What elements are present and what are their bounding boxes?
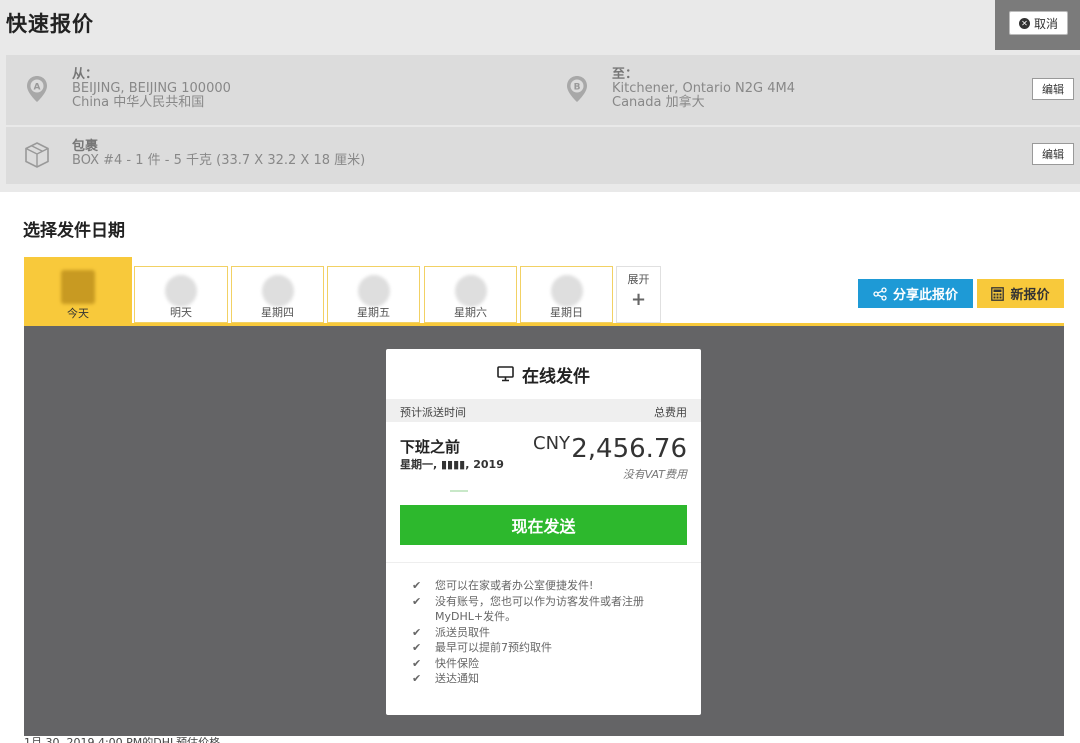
date-tab-label: 星期五: [357, 306, 390, 319]
quote-card: 在线发件 预计派送时间 总费用 下班之前 星期一, ▮▮▮▮, 2019 CNY…: [386, 349, 701, 715]
date-badge: [165, 275, 197, 307]
date-tab-sunday[interactable]: 星期日: [520, 266, 613, 323]
date-tab-tomorrow[interactable]: 明天: [134, 266, 228, 323]
price-amount: 2,456.76: [571, 434, 687, 464]
package-icon: [25, 142, 49, 168]
card-divider: [386, 562, 701, 563]
package-info: 包裹 BOX #4 - 1 件 - 5 千克 (33.7 X 32.2 X 18…: [72, 140, 365, 168]
new-quote-label: 新报价: [1010, 288, 1050, 303]
date-tab-friday[interactable]: 星期五: [327, 266, 420, 323]
date-tab-label: 星期六: [454, 306, 487, 319]
share-label: 分享此报价: [892, 288, 958, 303]
expand-dates-button[interactable]: 展开 +: [616, 266, 661, 323]
package-desc: BOX #4 - 1 件 - 5 千克 (33.7 X 32.2 X 18 厘米…: [72, 153, 366, 168]
cancel-label: 取消: [1033, 16, 1058, 31]
share-icon: [873, 286, 887, 301]
date-tab-label: 星期日: [550, 306, 583, 319]
send-now-button[interactable]: 现在发送: [400, 505, 687, 545]
close-icon: ✕: [1018, 17, 1030, 29]
vat-note: 没有VAT费用: [622, 468, 687, 481]
destination-address: 至： Kitchener, Ontario N2G 4M4 Canada 加拿大: [612, 68, 795, 110]
card-title: 在线发件: [522, 366, 590, 387]
cancel-area: ✕ 取消: [995, 0, 1080, 50]
page-title: 快速报价: [6, 12, 94, 36]
estimate-footnote: 1月 30, 2019 4:00 PM的DHL预估价格: [24, 737, 220, 743]
date-badge: [261, 275, 294, 307]
list-item: ✔ 您可以在家或者办公室便捷发件!: [412, 579, 594, 592]
destination-marker-label: B: [574, 83, 581, 93]
date-tab-thursday[interactable]: 星期四: [231, 266, 324, 323]
date-badge: [454, 275, 487, 307]
origin-line1: BEIJING, BEIJING 100000: [72, 81, 231, 96]
address-panel: A 从： BEIJING, BEIJING 100000 China 中华人民共…: [6, 55, 1080, 125]
check-icon: ✔: [412, 672, 422, 685]
date-tab-label: 明天: [170, 306, 192, 319]
destination-pin-icon: B: [567, 76, 587, 102]
card-columns: 预计派送时间 总费用: [386, 399, 701, 422]
share-quote-button[interactable]: 分享此报价: [858, 279, 973, 308]
origin-line2: China 中华人民共和国: [72, 95, 205, 110]
edit-address-button[interactable]: 编辑: [1032, 78, 1074, 100]
feature-list: ✔ 您可以在家或者办公室便捷发件! ✔ 没有账号，您也可以作为访客发件或者注册MyD…: [412, 578, 687, 687]
date-badge: [61, 270, 95, 304]
date-tab-label: 星期四: [261, 306, 294, 319]
package-label: 包裹: [72, 139, 99, 154]
list-item: ✔ 派送员取件: [412, 625, 490, 639]
cancel-button[interactable]: ✕ 取消: [1009, 11, 1068, 35]
delivery-time-header: 预计派送时间: [400, 406, 466, 419]
origin-label: 从：: [72, 67, 99, 82]
destination-line1: Kitchener, Ontario N2G 4M4: [612, 81, 796, 96]
check-icon: ✔: [412, 656, 422, 670]
check-icon: ✔: [412, 594, 422, 608]
origin-address: 从： BEIJING, BEIJING 100000 China 中华人民共和国: [72, 68, 231, 110]
card-header: 在线发件: [386, 349, 701, 399]
date-badge: [357, 275, 390, 307]
calculator-icon: [991, 286, 1005, 301]
divider-accent: [450, 490, 468, 492]
date-tab-today[interactable]: 今天: [24, 257, 132, 324]
monitor-icon: [497, 366, 514, 382]
date-tab-label: 今天: [67, 307, 89, 320]
package-panel: 包裹 BOX #4 - 1 件 - 5 千克 (33.7 X 32.2 X 18…: [6, 127, 1080, 184]
destination-label: 至：: [612, 67, 639, 82]
list-item: ✔ 最早可以提前7预约取件: [412, 641, 552, 654]
date-tab-saturday[interactable]: 星期六: [424, 266, 517, 323]
list-item: ✔ 快件保险: [412, 656, 479, 670]
new-quote-button[interactable]: 新报价: [977, 279, 1064, 308]
check-icon: ✔: [412, 579, 422, 592]
expand-label: 展开: [627, 273, 650, 286]
check-icon: ✔: [412, 625, 422, 639]
plus-icon: +: [630, 289, 647, 310]
total-cost-header: 总费用: [654, 406, 687, 419]
list-item: ✔ 送达通知: [412, 672, 479, 685]
origin-pin-icon: A: [27, 76, 47, 102]
origin-marker-label: A: [34, 83, 41, 93]
delivery-date: 星期一, ▮▮▮▮, 2019: [400, 458, 504, 471]
destination-line2: Canada 加拿大: [612, 95, 705, 110]
date-badge: [550, 275, 583, 307]
edit-package-button[interactable]: 编辑: [1032, 143, 1074, 165]
delivery-time: 下班之前: [400, 438, 461, 456]
currency: CNY: [533, 433, 571, 454]
list-item: ✔ 没有账号，您也可以作为访客发件或者注册MyDHL+发件。: [412, 594, 644, 624]
check-icon: ✔: [412, 641, 422, 654]
date-section-title: 选择发件日期: [23, 221, 125, 241]
